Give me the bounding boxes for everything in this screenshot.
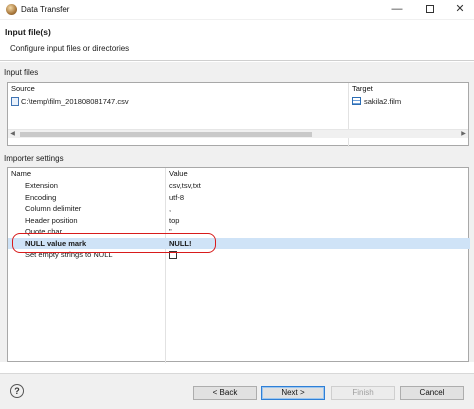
empty-strings-null-checkbox[interactable] [169, 251, 177, 259]
window-title: Data Transfer [21, 5, 70, 14]
importer-settings-table: Name Value Extension csv,tsv,txt Encodin… [7, 167, 470, 363]
app-icon [6, 4, 17, 15]
setting-value[interactable]: NULL! [169, 238, 192, 250]
setting-value[interactable]: " [169, 226, 172, 238]
input-files-label: Input files [4, 68, 39, 77]
column-header-value[interactable]: Value [169, 168, 188, 179]
maximize-button[interactable] [417, 2, 443, 17]
input-files-table: Source Target C:\temp\film_201808081747.… [7, 82, 469, 147]
finish-button: Finish [331, 386, 395, 400]
table-icon [352, 97, 361, 105]
wizard-header: Input file(s) Configure input files or d… [0, 20, 474, 61]
page-title: Input file(s) [5, 27, 51, 37]
minimize-button[interactable]: — [384, 2, 410, 17]
help-icon[interactable]: ? [10, 384, 24, 398]
setting-name: Column delimiter [25, 204, 82, 213]
title-bar: Data Transfer — ✕ [0, 0, 474, 20]
target-table: sakila2.film [364, 97, 402, 106]
setting-name: Encoding [25, 192, 57, 202]
scroll-right-icon[interactable]: ▶ [459, 130, 468, 139]
column-header-target[interactable]: Target [352, 83, 373, 94]
table-row-selected[interactable]: NULL value mark NULL! [8, 237, 470, 250]
page-subtitle: Configure input files or directories [10, 44, 130, 53]
setting-value[interactable]: top [169, 215, 179, 227]
column-header-source[interactable]: Source [11, 83, 35, 94]
next-button[interactable]: Next > [261, 386, 325, 400]
setting-name: Header position [25, 215, 78, 225]
table-row[interactable]: Set empty strings to NULL [8, 249, 470, 261]
table-row[interactable]: Extension csv,tsv,txt [8, 180, 470, 192]
table-row[interactable]: Encoding utf-8 [8, 192, 470, 204]
scrollbar-thumb[interactable] [20, 132, 312, 137]
setting-name: Set empty strings to NULL [25, 250, 113, 259]
scroll-left-icon[interactable]: ◀ [8, 130, 17, 139]
horizontal-scrollbar[interactable]: ◀ ▶ [8, 129, 468, 138]
column-header-name[interactable]: Name [11, 168, 31, 179]
main-content: Input files Source Target C:\temp\film_2… [0, 62, 474, 363]
target-cell[interactable]: sakila2.film [352, 96, 401, 107]
close-button[interactable]: ✕ [447, 2, 473, 17]
setting-value[interactable]: utf-8 [169, 192, 184, 204]
setting-value[interactable]: , [169, 203, 171, 215]
cancel-button[interactable]: Cancel [400, 386, 464, 400]
setting-value[interactable]: csv,tsv,txt [169, 180, 201, 192]
setting-name: NULL value mark [25, 238, 87, 248]
wizard-footer: ? < Back Next > Finish Cancel [0, 373, 474, 409]
table-row[interactable]: Column delimiter , [8, 203, 470, 215]
setting-name: Quote char [25, 227, 63, 236]
file-icon [11, 97, 19, 106]
source-path: C:\temp\film_201808081747.csv [21, 97, 129, 106]
maximize-icon [426, 5, 434, 13]
importer-settings-label: Importer settings [4, 154, 64, 163]
table-row[interactable]: Header position top [8, 215, 470, 227]
back-button[interactable]: < Back [193, 386, 257, 400]
table-row[interactable]: Quote char " [8, 226, 470, 238]
table-row[interactable]: C:\temp\film_201808081747.csv [11, 96, 129, 107]
setting-name: Extension [25, 181, 58, 190]
